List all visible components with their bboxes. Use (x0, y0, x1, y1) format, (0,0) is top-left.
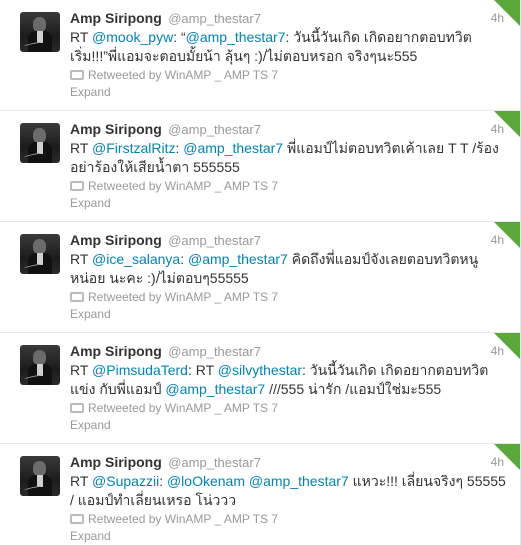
tweet-text-segment: RT (70, 362, 93, 378)
tweet-item[interactable]: Amp Siripong @amp_thestar7 4h RT @Pimsud… (0, 333, 520, 444)
tweet-text-segment: RT (70, 140, 93, 156)
tweet-header: Amp Siripong @amp_thestar7 (70, 453, 261, 471)
tweet-text: RT @mook_pyw: “@amp_thestar7: วันนี้วันเ… (70, 28, 510, 66)
retweeted-by-label: Retweeted by WinAMP _ AMP TS 7 (88, 512, 279, 526)
mention-link[interactable]: @amp_thestar7 (186, 29, 286, 45)
mention-link[interactable]: @ice_salanya (92, 251, 180, 267)
retweeted-by: Retweeted by WinAMP _ AMP TS 7 (70, 511, 278, 527)
fullname-link[interactable]: Amp Siripong (70, 454, 162, 470)
profile-avatar[interactable] (20, 12, 60, 52)
username-link[interactable]: @amp_thestar7 (168, 122, 261, 137)
profile-avatar[interactable] (20, 123, 60, 163)
retweet-icon (70, 403, 84, 413)
tweet-item[interactable]: Amp Siripong @amp_thestar7 4h RT @mook_p… (0, 0, 520, 111)
mention-link[interactable]: @amp_thestar7 (183, 140, 283, 156)
retweeted-corner-icon (494, 333, 520, 359)
profile-avatar[interactable] (20, 234, 60, 274)
tweet-item[interactable]: Amp Siripong @amp_thestar7 4h RT @Supazz… (0, 444, 520, 545)
fullname-link[interactable]: Amp Siripong (70, 10, 162, 26)
retweeted-by-label: Retweeted by WinAMP _ AMP TS 7 (88, 401, 279, 415)
fullname-link[interactable]: Amp Siripong (70, 232, 162, 248)
mention-link[interactable]: @PimsudaTerd (92, 362, 188, 378)
tweet-header: Amp Siripong @amp_thestar7 (70, 120, 261, 138)
retweeted-corner-icon (494, 0, 520, 26)
retweet-icon (70, 181, 84, 191)
retweet-icon (70, 514, 84, 524)
tweet-header: Amp Siripong @amp_thestar7 (70, 231, 261, 249)
tweet-header: Amp Siripong @amp_thestar7 (70, 342, 261, 360)
retweeted-by: Retweeted by WinAMP _ AMP TS 7 (70, 67, 278, 83)
tweet-text-segment: : (180, 251, 188, 267)
tweet-text-segment: RT (70, 29, 93, 45)
username-link[interactable]: @amp_thestar7 (168, 455, 261, 470)
expand-link[interactable]: Expand (70, 306, 111, 322)
profile-avatar[interactable] (20, 345, 60, 385)
expand-link[interactable]: Expand (70, 528, 111, 544)
tweet-text-segment: RT (70, 473, 93, 489)
tweet-text: RT @PimsudaTerd: RT @silvythestar: วันนี… (70, 361, 510, 399)
profile-avatar[interactable] (20, 456, 60, 496)
expand-link[interactable]: Expand (70, 84, 111, 100)
mention-link[interactable]: @amp_thestar7 (249, 473, 349, 489)
tweet-text-segment: RT (70, 251, 93, 267)
retweet-icon (70, 70, 84, 80)
mention-link[interactable]: @amp_thestar7 (188, 251, 288, 267)
mention-link[interactable]: @mook_pyw (92, 29, 173, 45)
tweet-text: RT @ice_salanya: @amp_thestar7 คิดถึงพี่… (70, 250, 510, 288)
tweet-text: RT @FirstzalRitz: @amp_thestar7 พี่แอมป์… (70, 139, 510, 177)
retweeted-by-label: Retweeted by WinAMP _ AMP TS 7 (88, 290, 279, 304)
tweet-text-segment: ///555 น่ารัก /แอมป์ใช่มะ555 (265, 381, 442, 397)
tweet-item[interactable]: Amp Siripong @amp_thestar7 4h RT @Firstz… (0, 111, 520, 222)
retweeted-corner-icon (494, 111, 520, 137)
username-link[interactable]: @amp_thestar7 (168, 344, 261, 359)
tweet-text-segment: : “ (173, 29, 186, 45)
tweet-text-segment: : (159, 473, 167, 489)
retweeted-by-label: Retweeted by WinAMP _ AMP TS 7 (88, 68, 279, 82)
mention-link[interactable]: @silvythestar (218, 362, 302, 378)
tweet-item[interactable]: Amp Siripong @amp_thestar7 4h RT @ice_sa… (0, 222, 520, 333)
fullname-link[interactable]: Amp Siripong (70, 121, 162, 137)
retweeted-by: Retweeted by WinAMP _ AMP TS 7 (70, 289, 278, 305)
retweeted-by: Retweeted by WinAMP _ AMP TS 7 (70, 178, 278, 194)
mention-link[interactable]: @Supazzii (92, 473, 159, 489)
mention-link[interactable]: @loOkenam (167, 473, 245, 489)
tweet-text: RT @Supazzii: @loOkenam @amp_thestar7 แห… (70, 472, 510, 510)
fullname-link[interactable]: Amp Siripong (70, 343, 162, 359)
tweet-header: Amp Siripong @amp_thestar7 (70, 9, 261, 27)
username-link[interactable]: @amp_thestar7 (168, 11, 261, 26)
expand-link[interactable]: Expand (70, 195, 111, 211)
expand-link[interactable]: Expand (70, 417, 111, 433)
tweet-stream: Amp Siripong @amp_thestar7 4h RT @mook_p… (0, 0, 521, 545)
username-link[interactable]: @amp_thestar7 (168, 233, 261, 248)
mention-link[interactable]: @FirstzalRitz (92, 140, 175, 156)
tweet-text-segment: : RT (187, 362, 218, 378)
mention-link[interactable]: @amp_thestar7 (165, 381, 265, 397)
retweet-icon (70, 292, 84, 302)
retweeted-corner-icon (494, 444, 520, 470)
retweeted-corner-icon (494, 222, 520, 248)
retweeted-by: Retweeted by WinAMP _ AMP TS 7 (70, 400, 278, 416)
retweeted-by-label: Retweeted by WinAMP _ AMP TS 7 (88, 179, 279, 193)
